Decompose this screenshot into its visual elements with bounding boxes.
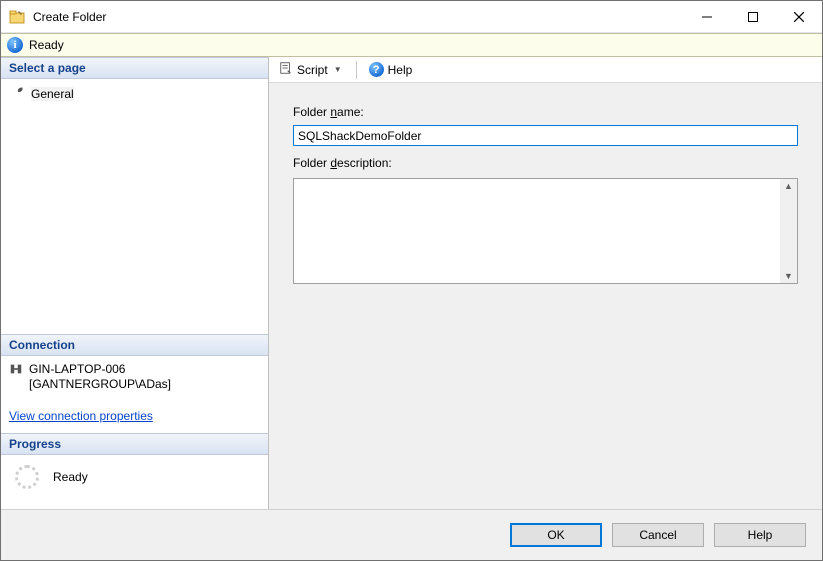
server-name: GIN-LAPTOP-006 <box>29 362 171 378</box>
select-page-header: Select a page <box>1 57 268 79</box>
help-button-footer[interactable]: Help <box>714 523 806 547</box>
window-title: Create Folder <box>33 10 684 24</box>
user-name: [GANTNERGROUP\ADas] <box>29 377 171 393</box>
chevron-down-icon[interactable]: ▼ <box>332 65 344 74</box>
minimize-button[interactable] <box>684 1 730 33</box>
toolbar: Script ▼ ? Help <box>269 57 822 83</box>
wrench-icon <box>11 85 25 102</box>
script-icon <box>279 61 293 78</box>
form-area: Folder name: Folder description: ▲ ▼ <box>269 83 822 306</box>
script-button[interactable]: Script ▼ <box>275 59 348 80</box>
progress-status: Ready <box>53 470 88 484</box>
close-button[interactable] <box>776 1 822 33</box>
view-connection-properties-link[interactable]: View connection properties <box>9 409 260 423</box>
script-label: Script <box>297 63 328 77</box>
folder-name-input[interactable] <box>293 125 798 146</box>
right-panel: Script ▼ ? Help Folder name: Folder desc… <box>269 57 822 509</box>
app-icon <box>9 9 25 25</box>
server-icon <box>9 362 23 379</box>
help-label: Help <box>388 63 413 77</box>
progress-spinner-icon <box>15 465 39 489</box>
folder-description-wrap: ▲ ▼ <box>293 178 798 284</box>
main-area: Select a page General Connection <box>1 57 822 510</box>
page-item-label: General <box>31 87 74 101</box>
window-controls <box>684 1 822 33</box>
scrollbar[interactable]: ▲ ▼ <box>780 179 797 283</box>
scroll-up-icon[interactable]: ▲ <box>780 179 797 193</box>
titlebar: Create Folder <box>1 1 822 33</box>
help-button[interactable]: ? Help <box>365 60 417 79</box>
folder-description-label: Folder description: <box>293 156 798 170</box>
help-icon: ? <box>369 62 384 77</box>
toolbar-separator <box>356 61 357 79</box>
info-icon: i <box>7 37 23 53</box>
footer: OK Cancel Help <box>1 510 822 560</box>
cancel-button[interactable]: Cancel <box>612 523 704 547</box>
ok-button[interactable]: OK <box>510 523 602 547</box>
connection-text: GIN-LAPTOP-006 [GANTNERGROUP\ADas] <box>29 362 171 393</box>
connection-body: GIN-LAPTOP-006 [GANTNERGROUP\ADas] <box>1 356 268 401</box>
page-list: General <box>1 79 268 104</box>
left-panel: Select a page General Connection <box>1 57 269 509</box>
folder-name-label: Folder name: <box>293 105 798 119</box>
page-item-general[interactable]: General <box>7 83 262 104</box>
progress-header: Progress <box>1 433 268 455</box>
progress-body: Ready <box>1 455 268 509</box>
status-bar: i Ready <box>1 33 822 57</box>
connection-header: Connection <box>1 334 268 356</box>
create-folder-dialog: Create Folder i Ready Select a page <box>0 0 823 561</box>
status-text: Ready <box>29 38 64 52</box>
scroll-down-icon[interactable]: ▼ <box>780 269 797 283</box>
maximize-button[interactable] <box>730 1 776 33</box>
folder-description-input[interactable] <box>294 179 779 283</box>
